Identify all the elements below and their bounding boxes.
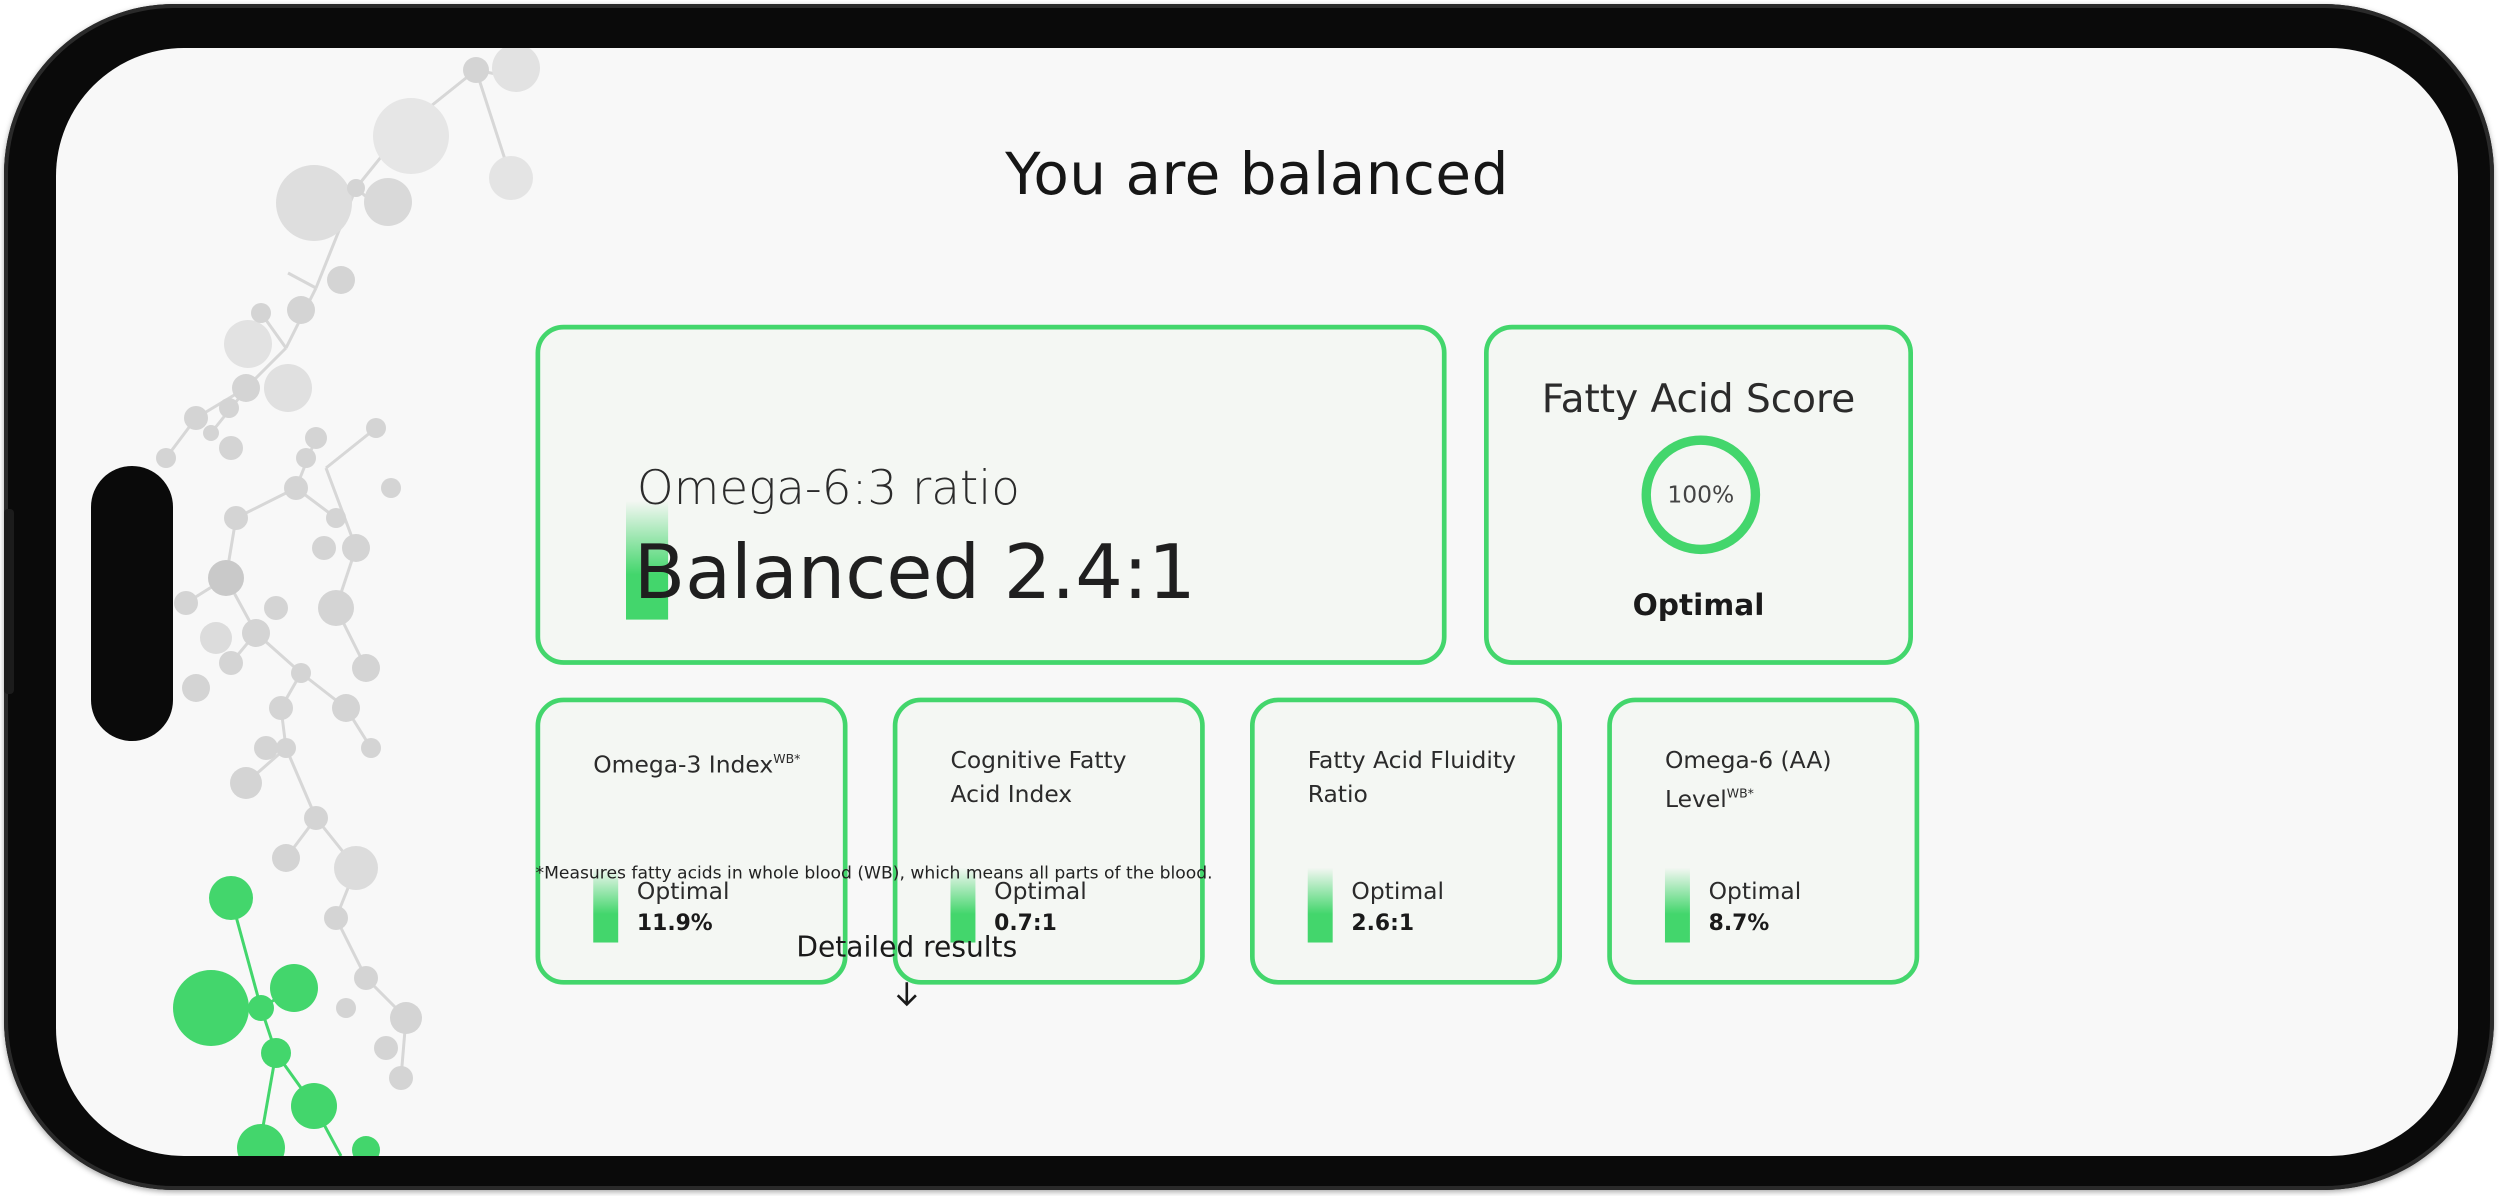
metric-title: Omega-3 IndexWB* — [593, 750, 801, 779]
detailed-results-label: Detailed results — [796, 931, 1018, 965]
metric-indicator-bar — [1307, 867, 1333, 943]
score-percent: 100% — [1667, 480, 1735, 509]
metric-title: Fatty Acid Fluidity Ratio — [1307, 745, 1516, 809]
metric-status: Optimal — [1708, 876, 1802, 906]
detailed-results-link[interactable]: Detailed results — [766, 932, 1047, 965]
phone-frame: You are balanced Omega-6:3 ratio Balance… — [4, 4, 2494, 1190]
score-label: Fatty Acid Score — [1541, 376, 1856, 422]
fatty-acid-score-card[interactable]: Fatty Acid Score 100% Optimal — [1483, 324, 1913, 665]
metric-indicator-bar — [1664, 867, 1690, 943]
omega-ratio-label: Omega-6:3 ratio — [636, 462, 1020, 517]
omega-ratio-card[interactable]: Omega-6:3 ratio Balanced 2.4:1 — [535, 324, 1447, 665]
footnote: *Measures fatty acids in whole blood (WB… — [535, 862, 1213, 884]
metric-value: 2.6:1 — [1351, 911, 1415, 937]
content-area: Omega-6:3 ratio Balanced 2.4:1 Fatty Aci… — [56, 48, 2170, 1072]
app-screen: You are balanced Omega-6:3 ratio Balance… — [56, 48, 2458, 1156]
metric-superscript: WB* — [1726, 786, 1754, 801]
arrow-down-icon[interactable] — [891, 978, 922, 1009]
dynamic-island — [91, 466, 173, 741]
metric-superscript: WB* — [773, 752, 801, 767]
side-button — [4, 509, 14, 694]
metric-title: Omega-6 (AA) LevelWB* — [1664, 745, 1832, 814]
metric-status: Optimal — [1351, 876, 1445, 906]
metric-card-fatty-acid-fluidity-ratio[interactable]: Fatty Acid Fluidity Ratio Optimal 2.6:1 — [1250, 697, 1562, 985]
metric-card-omega-6-aa-level[interactable]: Omega-6 (AA) LevelWB* Optimal 8.7% — [1607, 697, 1920, 985]
score-status: Optimal — [1632, 588, 1765, 623]
metric-value: 8.7% — [1708, 911, 1770, 937]
metric-title: Cognitive Fatty Acid Index — [950, 745, 1127, 809]
omega-ratio-value: Balanced 2.4:1 — [633, 529, 1196, 617]
metric-value: 11.9% — [636, 911, 713, 937]
